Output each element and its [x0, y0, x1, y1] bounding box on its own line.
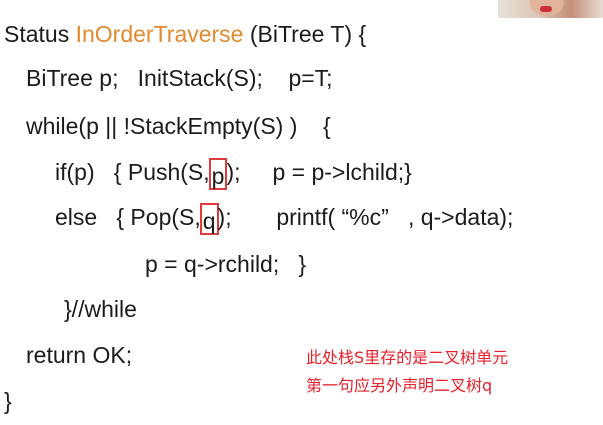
annotation-line-1: 此处栈S里存的是二叉树单元	[306, 348, 509, 367]
highlight-box-q: q	[199, 203, 219, 235]
code-line-end-while: }//while	[64, 296, 137, 322]
push-prefix: if(p) { Push(S,	[55, 159, 210, 186]
pop-suffix: ); printf( “%c” , q->data);	[217, 204, 514, 231]
pop-prefix: else { Pop(S,	[55, 204, 201, 231]
annotation-line-2: 第一句应另外声明二叉树q	[306, 376, 493, 395]
code-line-if-push: if(p) { Push(S,p); p = p->lchild;}	[55, 158, 412, 190]
code-line-signature: Status InOrderTraverse (BiTree T) {	[4, 20, 366, 48]
function-params: (BiTree T) {	[243, 21, 367, 47]
presenter-mouth	[540, 6, 552, 12]
code-line-close-brace: }	[4, 388, 12, 414]
code-line-rchild: p = q->rchild; }	[145, 251, 307, 277]
code-line-else-pop: else { Pop(S,q); printf( “%c” , q->data)…	[55, 203, 513, 235]
code-slide: Status InOrderTraverse (BiTree T) { BiTr…	[0, 0, 603, 425]
highlight-box-p: p	[208, 158, 228, 190]
push-suffix: ); p = p->lchild;}	[226, 159, 412, 186]
code-line-return: return OK;	[26, 342, 133, 368]
code-line-declarations: BiTree p; InitStack(S); p=T;	[26, 65, 333, 91]
code-line-while: while(p || !StackEmpty(S) ) {	[26, 113, 331, 139]
function-name: InOrderTraverse	[75, 21, 244, 47]
return-type: Status	[4, 21, 76, 47]
presenter-webcam-thumbnail	[498, 0, 603, 18]
